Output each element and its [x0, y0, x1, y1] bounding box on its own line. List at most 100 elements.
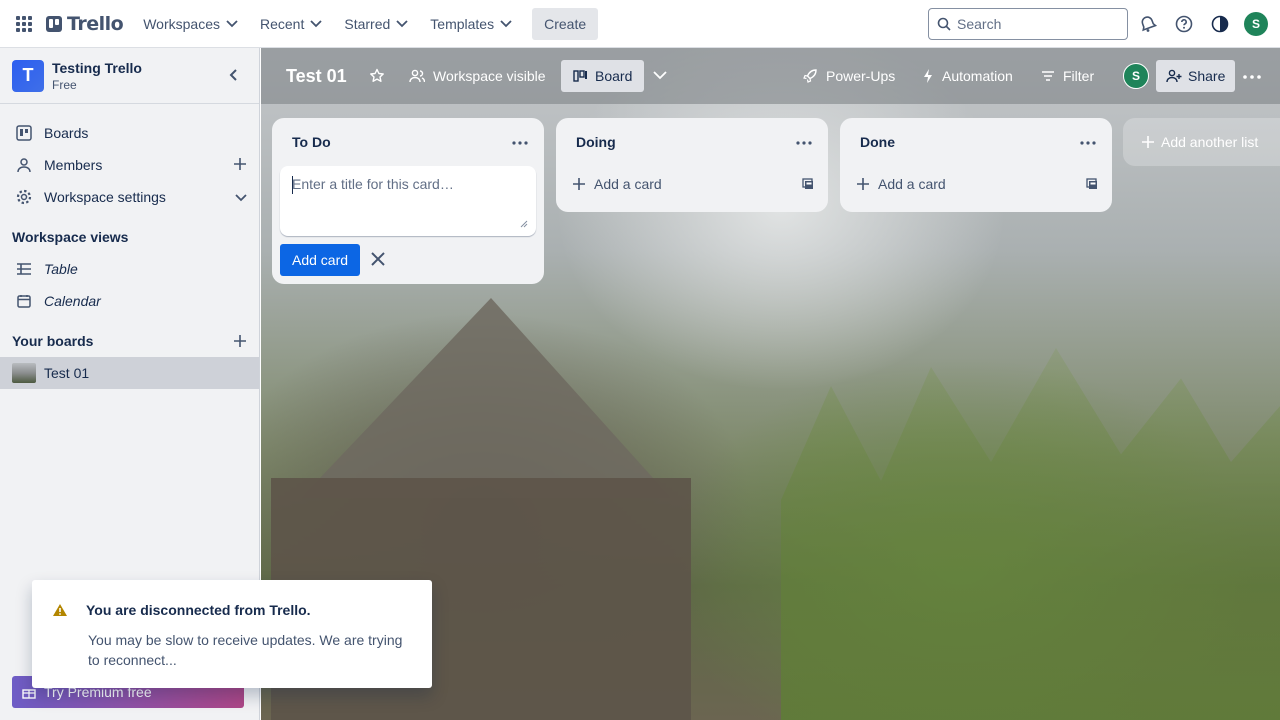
- workspace-header: T Testing Trello Free: [0, 48, 259, 104]
- search-input[interactable]: Search: [928, 8, 1128, 40]
- collapse-sidebar-icon[interactable]: [229, 68, 239, 84]
- power-ups-label: Power-Ups: [826, 68, 896, 84]
- avatar-initial: S: [1244, 12, 1268, 36]
- card-title-placeholder: Enter a title for this card…: [292, 176, 454, 192]
- notifications-icon[interactable]: [1136, 12, 1160, 36]
- sidebar-board-label: Test 01: [44, 365, 90, 381]
- list-header: Done: [840, 118, 1112, 166]
- share-label: Share: [1188, 68, 1226, 84]
- star-icon[interactable]: [369, 68, 385, 87]
- templates-label: Templates: [430, 15, 495, 32]
- sidebar-board-test-01[interactable]: Test 01: [0, 357, 259, 389]
- sidebar-item-workspace-settings[interactable]: Workspace settings: [0, 181, 259, 213]
- add-another-list-button[interactable]: Add another list: [1123, 118, 1280, 166]
- workspaces-menu[interactable]: Workspaces: [133, 8, 248, 40]
- add-board-icon[interactable]: [233, 334, 247, 351]
- visibility-button[interactable]: Workspace visible: [409, 64, 546, 88]
- add-card-label: Add a card: [594, 176, 662, 192]
- sidebar-item-table[interactable]: Table: [0, 253, 259, 285]
- visibility-label: Workspace visible: [433, 68, 546, 84]
- workspace-logo[interactable]: T: [12, 59, 44, 92]
- toast-message: You may be slow to receive updates. We a…: [88, 632, 403, 668]
- app-switcher-icon[interactable]: [8, 8, 40, 40]
- list-title[interactable]: Done: [860, 134, 895, 150]
- recent-label: Recent: [260, 15, 305, 32]
- sidebar-item-members[interactable]: Members: [0, 149, 259, 181]
- power-ups-button[interactable]: Power-Ups: [802, 64, 895, 88]
- background-house-roof: [301, 298, 671, 498]
- sidebar-item-calendar[interactable]: Calendar: [0, 285, 259, 317]
- people-icon: [409, 69, 425, 83]
- board-header: Test 01 Workspace visible Board Power-Up…: [261, 48, 1280, 104]
- plus-icon: [857, 178, 869, 190]
- workspace-plan: Free: [52, 77, 77, 92]
- table-icon: [16, 262, 32, 276]
- board-member-avatar[interactable]: S: [1123, 63, 1149, 89]
- close-icon[interactable]: [370, 251, 386, 270]
- add-card-row[interactable]: Add a card: [556, 166, 828, 202]
- theme-toggle-icon[interactable]: [1208, 12, 1232, 36]
- card-template-icon[interactable]: [802, 177, 814, 193]
- filter-label: Filter: [1063, 68, 1095, 84]
- list-menu-icon[interactable]: [1080, 132, 1096, 148]
- board-title[interactable]: Test 01: [286, 66, 347, 87]
- disconnected-toast: You are disconnected from Trello. You ma…: [32, 580, 432, 688]
- account-avatar[interactable]: S: [1244, 12, 1268, 36]
- chevron-down-icon: [310, 19, 322, 27]
- add-member-icon[interactable]: [233, 157, 247, 174]
- rocket-icon: [803, 69, 817, 83]
- share-button[interactable]: Share: [1156, 60, 1236, 92]
- add-card-row[interactable]: Add a card: [840, 166, 1112, 202]
- filter-icon: [1042, 71, 1054, 81]
- chevron-down-icon: [226, 19, 238, 27]
- filter-button[interactable]: Filter: [1041, 64, 1094, 88]
- create-button[interactable]: Create: [532, 7, 599, 40]
- card-title-input[interactable]: Enter a title for this card…: [280, 166, 536, 236]
- sidebar-item-label: Workspace settings: [44, 189, 166, 205]
- resize-grip-icon[interactable]: [520, 220, 528, 228]
- workspace-name[interactable]: Testing Trello: [52, 60, 142, 76]
- lightning-icon: [924, 69, 932, 83]
- help-icon[interactable]: [1172, 12, 1196, 36]
- chevron-down-icon[interactable]: [235, 189, 247, 205]
- card-template-icon[interactable]: [1086, 177, 1098, 193]
- recent-menu[interactable]: Recent: [250, 8, 332, 40]
- plus-icon: [573, 178, 585, 190]
- list-menu-icon[interactable]: [512, 132, 528, 148]
- sidebar-item-boards[interactable]: Boards: [0, 117, 259, 149]
- gear-icon: [16, 189, 32, 205]
- board-view-label: Board: [595, 68, 633, 84]
- list-title[interactable]: Doing: [576, 134, 616, 150]
- sidebar-item-label: Boards: [44, 125, 89, 141]
- chevron-down-icon[interactable]: [653, 67, 667, 83]
- text-caret: [292, 176, 293, 194]
- warning-icon: [53, 604, 67, 616]
- automation-label: Automation: [942, 68, 1013, 84]
- your-boards-label: Your boards: [12, 333, 94, 349]
- sidebar-item-label: Members: [44, 157, 103, 173]
- calendar-icon: [16, 294, 32, 308]
- list-header: To Do: [272, 118, 544, 166]
- list-menu-icon[interactable]: [796, 132, 812, 148]
- add-card-label: Add a card: [878, 176, 946, 192]
- logo-text: Trello: [67, 12, 124, 35]
- workspace-views-heading: Workspace views: [12, 229, 129, 245]
- plus-icon: [1142, 136, 1154, 148]
- automation-button[interactable]: Automation: [922, 64, 1013, 88]
- top-navigation-bar: Trello Workspaces Recent Starred Templat…: [0, 0, 1280, 48]
- list-doing: Doing Add a card: [556, 118, 828, 212]
- trello-logo[interactable]: Trello: [46, 8, 124, 40]
- more-options-icon[interactable]: [1243, 66, 1261, 82]
- board-view-button[interactable]: Board: [561, 60, 645, 92]
- search-icon: [937, 17, 951, 31]
- list-title[interactable]: To Do: [292, 134, 331, 150]
- workspaces-label: Workspaces: [143, 15, 220, 32]
- list-header: Doing: [556, 118, 828, 166]
- toast-title: You are disconnected from Trello.: [86, 602, 311, 618]
- background-trees: [781, 348, 1280, 720]
- add-card-button[interactable]: Add card: [280, 244, 361, 276]
- templates-menu[interactable]: Templates: [420, 8, 522, 40]
- trello-logo-icon: [46, 15, 62, 32]
- starred-menu[interactable]: Starred: [334, 8, 418, 40]
- starred-label: Starred: [344, 15, 391, 32]
